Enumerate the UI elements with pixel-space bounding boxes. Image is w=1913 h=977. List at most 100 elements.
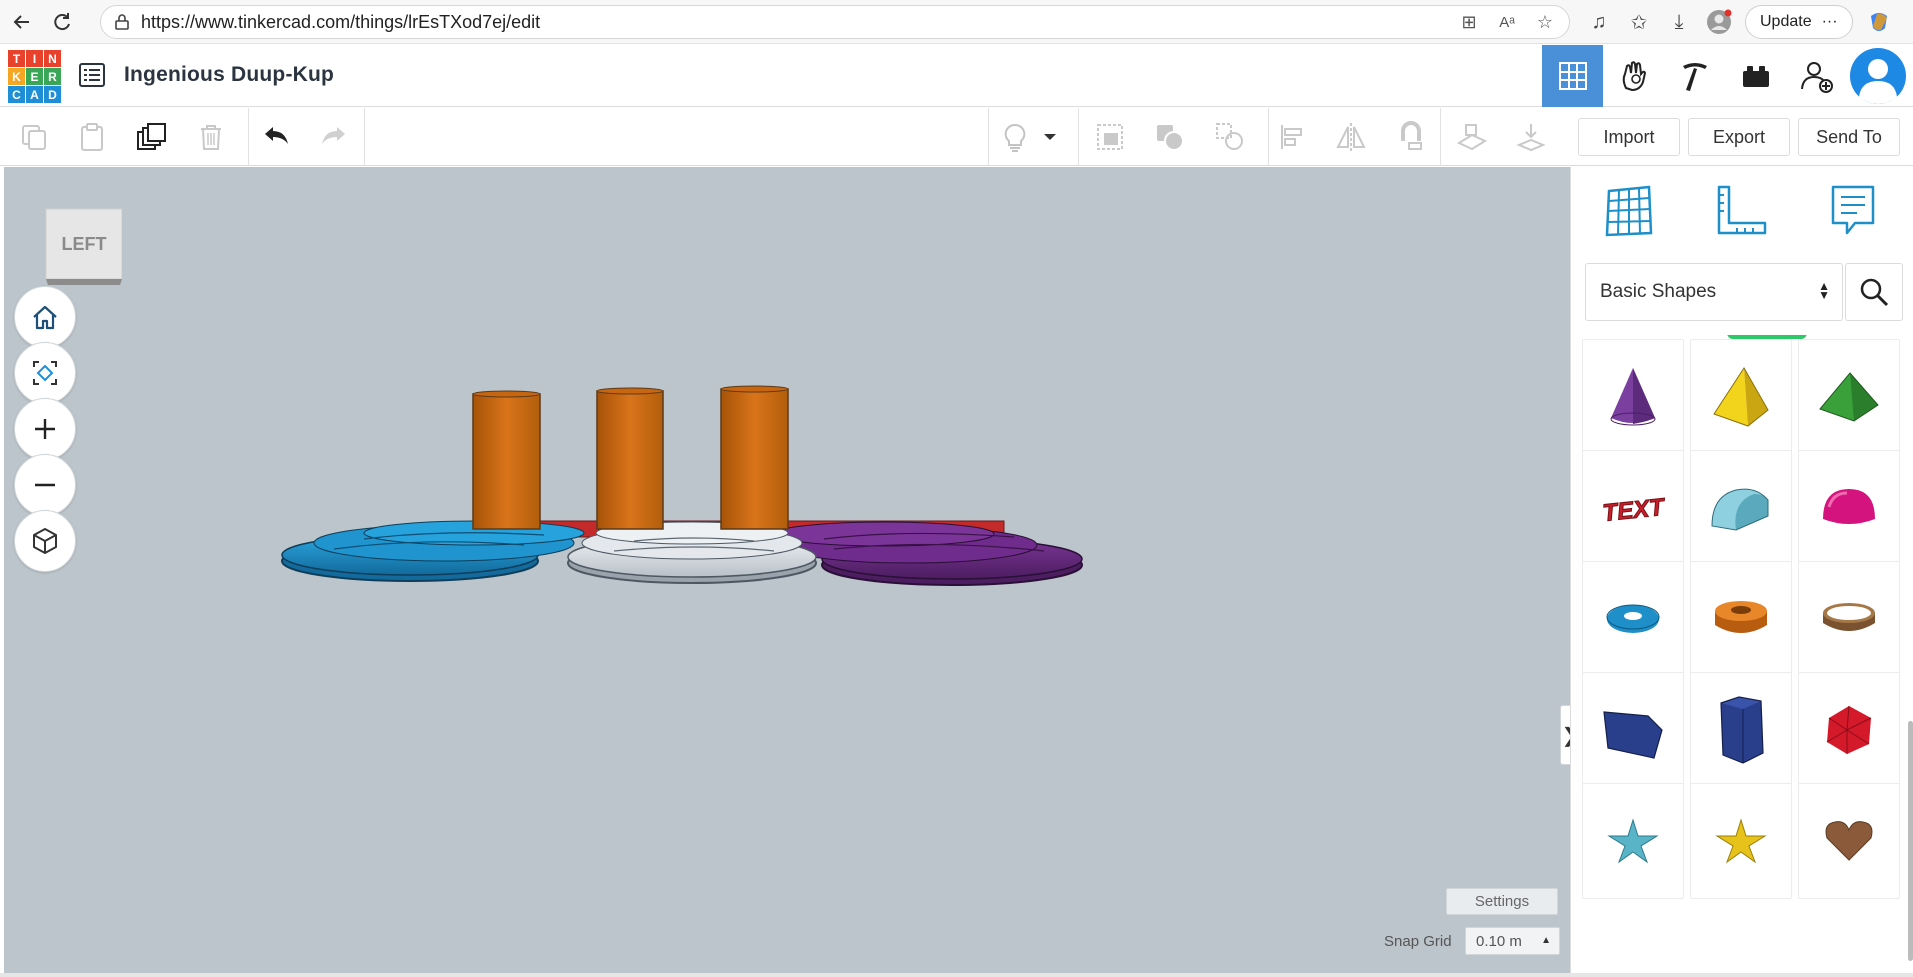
cylinder-center-shape[interactable] [596,387,664,530]
hole-icon [1216,123,1243,150]
home-view-button[interactable] [14,286,76,348]
grid-view-button[interactable] [1542,45,1603,107]
logo-letter: T [8,50,25,67]
redo-button[interactable] [314,117,354,157]
import-button[interactable]: Import [1578,118,1680,156]
zoom-in-button[interactable] [14,398,76,460]
shape-tile-heart[interactable] [1798,783,1900,899]
duplicate-button[interactable] [131,117,171,157]
design-list-icon[interactable] [78,61,106,89]
shape-search-button[interactable] [1845,263,1903,321]
pickaxe-icon [1682,63,1707,91]
delete-icon [201,125,221,150]
zoom-out-button[interactable] [14,454,76,516]
shape-tile-half-cylinder[interactable] [1690,450,1792,566]
invite-button[interactable] [1786,45,1847,107]
cruise-button[interactable] [1391,117,1431,157]
shape-tile-star-flat[interactable] [1582,783,1684,899]
profile-icon[interactable] [1705,8,1733,36]
back-button[interactable] [4,4,40,40]
copy-icon [22,125,46,150]
light-dropdown-button[interactable] [1040,117,1060,157]
media-icon[interactable]: ♫ [1585,8,1613,36]
shape-tile-cone[interactable] [1582,339,1684,455]
3d-scene[interactable] [4,167,1570,973]
bottom-edge [0,973,1913,977]
cylinder-right-shape[interactable] [720,385,789,530]
perspective-icon [33,528,57,554]
copy-button[interactable] [14,117,54,157]
notes-icon[interactable] [1825,183,1881,239]
drop-button[interactable] [1511,117,1551,157]
shape-library-select[interactable]: Basic Shapes ▲ ▼ [1585,263,1843,321]
shape-tile-tube[interactable] [1690,561,1792,677]
mirror-button[interactable] [1331,117,1371,157]
profile-avatar[interactable] [1847,45,1908,107]
snap-grid-value: 0.10 m [1476,932,1522,950]
align-button[interactable] [1272,117,1312,157]
shape-tile-polygon[interactable] [1582,672,1684,788]
workplane-button[interactable] [1452,117,1492,157]
bricks-button[interactable] [1664,45,1725,107]
design-title[interactable]: Ingenious Duup-Kup [124,63,334,87]
scrollbar-thumb[interactable] [1908,721,1913,961]
hole-button[interactable] [1210,117,1250,157]
ungroup-button[interactable] [1150,117,1190,157]
address-bar[interactable]: https://www.tinkercad.com/things/lrEsTXo… [100,5,1570,39]
downloads-icon[interactable]: ⤓ [1665,8,1693,36]
purple-disk-shape[interactable] [773,521,1083,586]
workplane-icon [1456,124,1488,151]
text-shape-label: TEXT [1601,494,1667,528]
shape-tile-text[interactable]: TEXT [1582,450,1684,566]
shape-tile-icosahedron[interactable] [1798,672,1900,788]
shape-tile-torus[interactable] [1582,561,1684,677]
send-to-button[interactable]: Send To [1798,118,1900,156]
blocks-button[interactable] [1725,45,1786,107]
cylinder-left-shape[interactable] [472,390,541,530]
redo-icon [322,127,345,144]
shape-tile-star[interactable] [1690,783,1792,899]
fit-view-button[interactable] [14,342,76,404]
logo-letter: K [8,68,25,85]
logo-letter: E [26,68,43,85]
hexagonal-prism-icon [1720,696,1764,764]
paste-button[interactable] [72,117,112,157]
shape-tile-pyramid[interactable] [1690,339,1792,455]
export-button[interactable]: Export [1688,118,1790,156]
workplane-viewport[interactable]: LEFT Settings Snap Grid 0.10 m ▲ ❯ [4,167,1580,973]
shape-tile-hexagonal-prism[interactable] [1690,672,1792,788]
shape-tile-half-sphere[interactable] [1798,450,1900,566]
tinkercad-logo[interactable]: T I N K E R C A D [8,50,61,103]
shape-tile-ring[interactable] [1798,561,1900,677]
roof-icon [1819,372,1879,422]
logo-letter: I [26,50,43,67]
group-button[interactable] [1090,117,1130,157]
read-aloud-icon[interactable]: Aᵃ [1495,10,1519,34]
reload-button[interactable] [44,4,80,40]
favorites-icon[interactable]: ✩ [1625,8,1653,36]
blue-disk-shape[interactable] [281,520,585,582]
shape-tile-roof[interactable] [1798,339,1900,455]
undo-icon [265,127,288,144]
white-disk-shape[interactable] [567,521,817,584]
light-bulb-button[interactable] [995,117,1035,157]
perspective-button[interactable] [14,510,76,572]
torus-icon [1606,604,1660,633]
fit-view-icon [33,361,57,385]
workplane-grid-icon[interactable] [1601,183,1657,239]
ruler-icon[interactable] [1713,183,1769,239]
settings-button[interactable]: Settings [1446,888,1558,915]
delete-button[interactable] [191,117,231,157]
favorite-star-icon[interactable]: ☆ [1533,10,1557,34]
copilot-icon[interactable] [1865,8,1893,36]
sim-lab-button[interactable] [1603,45,1664,107]
undo-button[interactable] [256,117,296,157]
update-button[interactable]: Update ··· [1745,5,1853,39]
shapes-scrollbar[interactable] [1907,335,1913,973]
view-cube[interactable]: LEFT [44,207,123,289]
more-menu-icon[interactable]: ··· [1822,13,1838,31]
avatar-icon [1849,48,1906,104]
zoom-out-icon [35,483,55,487]
snap-grid-select[interactable]: 0.10 m ▲ [1465,927,1560,955]
app-available-icon[interactable]: ⊞ [1457,10,1481,34]
